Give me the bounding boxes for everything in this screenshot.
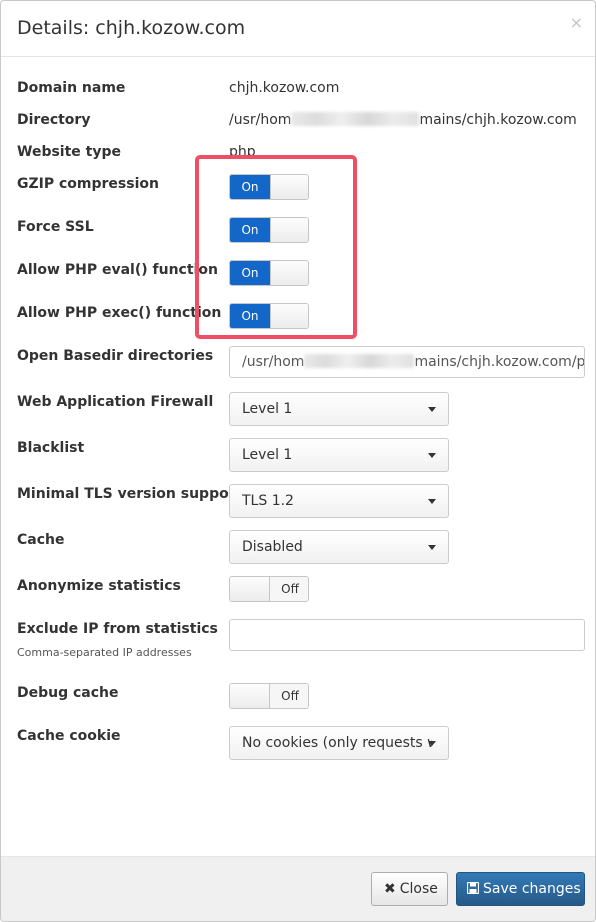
cache-cookie-label: Cache cookie <box>17 728 121 744</box>
dialog-footer: ✖ Close Save changes <box>1 856 595 921</box>
blacklist-label: Blacklist <box>17 440 85 456</box>
waf-select[interactable]: Level 1 <box>229 392 449 426</box>
floppy-disk-icon <box>466 873 480 905</box>
directory-value-prefix: /usr/hom <box>229 112 292 128</box>
domain-name-label: Domain name <box>17 80 126 96</box>
cache-label: Cache <box>17 532 65 548</box>
close-button[interactable]: ✖ Close <box>371 872 448 906</box>
cache-cookie-select[interactable]: No cookies (only requests w <box>229 726 449 760</box>
debug-cache-label: Debug cache <box>17 685 119 701</box>
website-type-label: Website type <box>17 144 121 160</box>
open-basedir-label: Open Basedir directories <box>17 348 214 364</box>
cache-selected-value: Disabled <box>242 539 303 555</box>
dialog-title: Details: chjh.kozow.com <box>17 17 246 39</box>
caret-down-icon <box>428 741 436 746</box>
close-button-label: Close <box>399 881 438 897</box>
cache-select[interactable]: Disabled <box>229 530 449 564</box>
save-button-label: Save changes <box>483 881 581 897</box>
open-basedir-value-suffix: mains/chjh.kozow.com/p <box>414 354 585 370</box>
directory-value: /usr/hom mains/chjh.kozow.com <box>229 112 577 128</box>
toggle-knob <box>230 577 270 601</box>
waf-label: Web Application Firewall <box>17 394 214 410</box>
x-icon: ✖ <box>384 881 396 897</box>
open-basedir-value-prefix: /usr/hom <box>242 354 305 370</box>
toggle-state-label: Off <box>270 684 308 708</box>
redacted-text <box>304 354 415 368</box>
toggle-state-label: Off <box>270 577 308 601</box>
tls-selected-value: TLS 1.2 <box>242 493 294 509</box>
force-ssl-label: Force SSL <box>17 219 94 235</box>
php-exec-label: Allow PHP exec() function <box>17 305 222 321</box>
debug-cache-toggle[interactable]: Off <box>229 683 309 709</box>
toggle-knob <box>230 684 270 708</box>
anonymize-toggle[interactable]: Off <box>229 576 309 602</box>
blacklist-select[interactable]: Level 1 <box>229 438 449 472</box>
blacklist-selected-value: Level 1 <box>242 447 293 463</box>
caret-down-icon <box>428 499 436 504</box>
directory-label: Directory <box>17 112 91 128</box>
directory-value-suffix: mains/chjh.kozow.com <box>419 112 577 128</box>
domain-name-value: chjh.kozow.com <box>229 80 340 96</box>
tls-label: Minimal TLS version support <box>17 486 243 502</box>
waf-selected-value: Level 1 <box>242 401 293 417</box>
open-basedir-input[interactable]: /usr/hom mains/chjh.kozow.com/p <box>229 346 585 378</box>
tls-select[interactable]: TLS 1.2 <box>229 484 449 518</box>
close-icon[interactable]: × <box>570 13 583 32</box>
highlight-annotation <box>195 155 357 339</box>
caret-down-icon <box>428 407 436 412</box>
exclude-ip-label: Exclude IP from statistics <box>17 621 218 637</box>
exclude-ip-hint: Comma-separated IP addresses <box>17 646 192 659</box>
dialog-header: Details: chjh.kozow.com × <box>1 1 595 57</box>
exclude-ip-input[interactable] <box>229 619 585 651</box>
caret-down-icon <box>428 453 436 458</box>
details-dialog: Details: chjh.kozow.com × Domain name ch… <box>0 0 596 922</box>
cache-cookie-selected-value: No cookies (only requests w <box>242 735 432 751</box>
anonymize-label: Anonymize statistics <box>17 578 181 594</box>
redacted-text <box>291 112 420 126</box>
php-eval-label: Allow PHP eval() function <box>17 262 218 278</box>
caret-down-icon <box>428 545 436 550</box>
gzip-label: GZIP compression <box>17 176 159 192</box>
save-changes-button[interactable]: Save changes <box>456 872 585 906</box>
